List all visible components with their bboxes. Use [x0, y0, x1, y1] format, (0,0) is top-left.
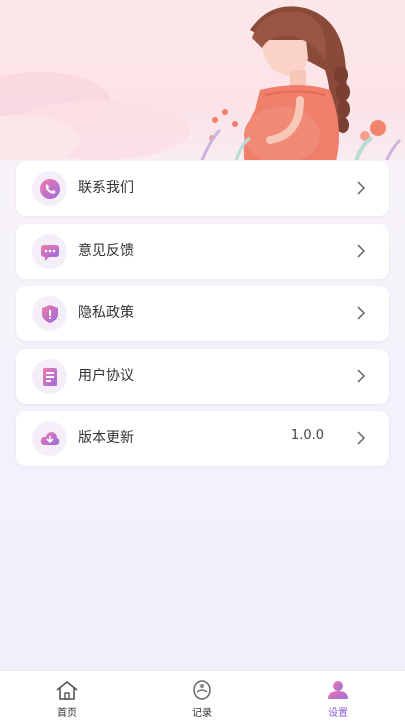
document-icon: [32, 359, 67, 394]
menu-item-label: 隐私政策: [78, 305, 134, 321]
menu-item-label: 用户协议: [78, 368, 134, 384]
menu-item-label: 联系我们: [78, 180, 134, 196]
menu-item-label: 意见反馈: [78, 243, 134, 259]
menu-item-version-update[interactable]: 版本更新 1.0.0: [16, 411, 389, 466]
menu-item-feedback[interactable]: 意见反馈: [16, 224, 389, 279]
shield-icon: [32, 296, 67, 331]
profile-icon: [328, 681, 348, 699]
tab-label: 设置: [328, 708, 348, 719]
chevron-right-icon: [357, 369, 366, 383]
chevron-right-icon: [357, 181, 366, 195]
record-icon: [193, 680, 211, 700]
tab-settings[interactable]: 设置: [288, 671, 388, 721]
menu-item-contact[interactable]: 联系我们: [16, 161, 389, 216]
chevron-right-icon: [357, 244, 366, 258]
menu-item-label: 版本更新: [78, 430, 134, 446]
home-icon: [56, 680, 78, 700]
tab-home[interactable]: 首页: [17, 671, 117, 721]
phone-icon: [32, 171, 67, 206]
chat-icon: [32, 234, 67, 269]
bottom-tab-bar: 首页 记录 设置: [0, 670, 405, 721]
menu-item-user-agreement[interactable]: 用户协议: [16, 349, 389, 404]
chevron-right-icon: [357, 431, 366, 445]
tab-record[interactable]: 记录: [152, 671, 252, 721]
version-number: 1.0.0: [290, 428, 324, 443]
tab-label: 首页: [57, 708, 77, 719]
tab-label: 记录: [192, 708, 212, 719]
chevron-right-icon: [357, 306, 366, 320]
cloud-download-icon: [32, 421, 67, 456]
menu-item-privacy[interactable]: 隐私政策: [16, 286, 389, 341]
